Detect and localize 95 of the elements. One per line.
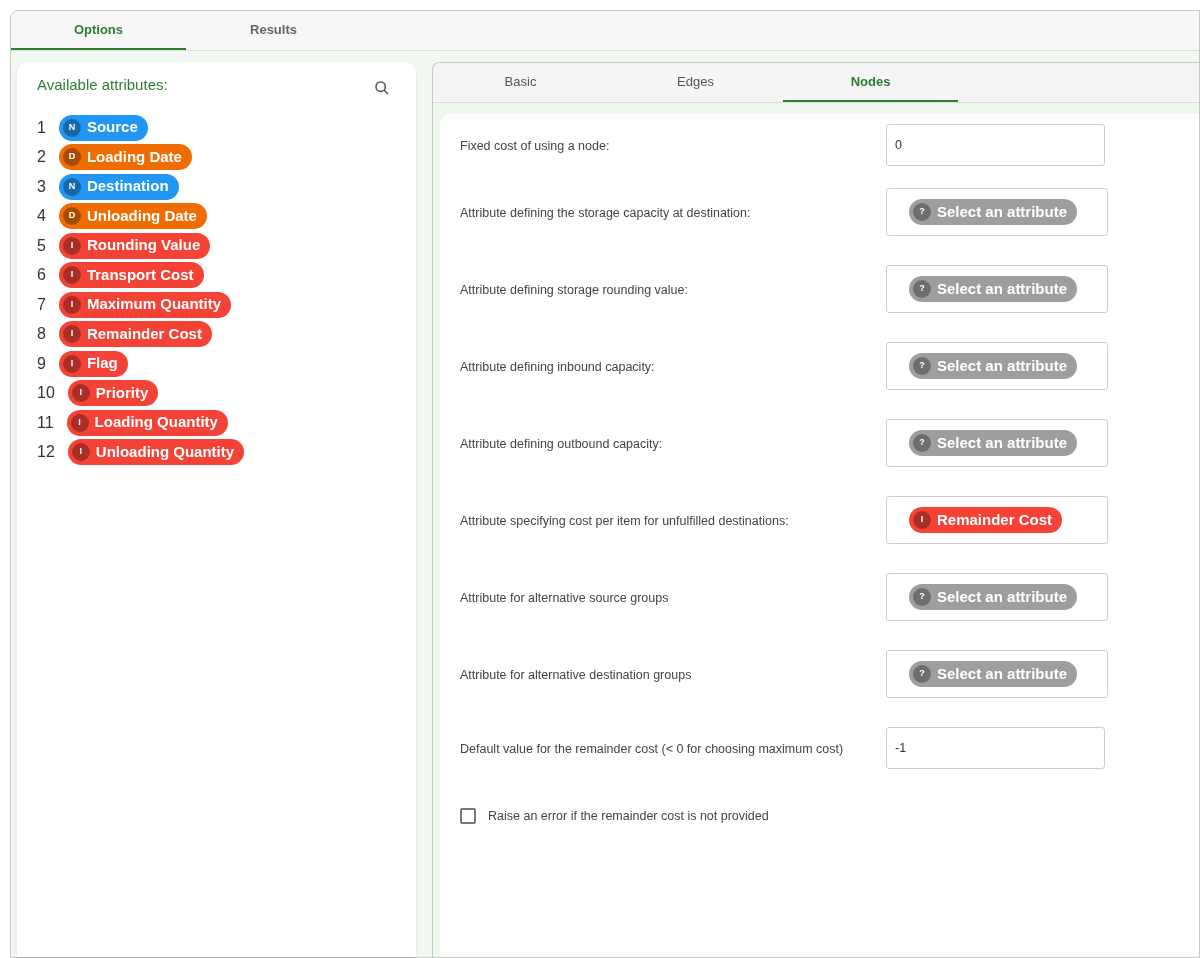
input-field[interactable]: -1 <box>886 727 1105 769</box>
type-badge: I <box>62 354 81 373</box>
row-number: 11 <box>37 412 54 433</box>
attribute-label: Select an attribute <box>937 278 1068 299</box>
type-badge: I <box>62 325 81 343</box>
attribute-chip[interactable]: N Source <box>58 114 148 141</box>
attribute-label: Flag <box>86 353 118 374</box>
attribute-chip[interactable]: I Transport Cost <box>58 262 204 288</box>
attribute-label: Loading Date <box>86 146 182 167</box>
attribute-label: Maximum Quantity <box>86 294 222 315</box>
attribute-select[interactable]: ? Select an attribute <box>886 342 1108 390</box>
attribute-label: Select an attribute <box>937 663 1068 684</box>
attribute-chip[interactable]: ? Select an attribute <box>909 661 1078 687</box>
type-badge: ? <box>913 203 931 221</box>
attribute-label: Remainder Cost <box>86 323 202 344</box>
attribute-label: Destination <box>86 176 169 197</box>
attribute-chip[interactable]: I Rounding Value <box>58 232 211 259</box>
attribute-chip[interactable]: ? Select an attribute <box>909 430 1078 456</box>
row-number: 8 <box>37 324 46 344</box>
setting-label: Fixed cost of using a node: <box>460 137 611 155</box>
attribute-label: Unloading Quantity <box>95 441 235 462</box>
type-badge: ? <box>913 588 931 606</box>
attribute-select[interactable]: ? Select an attribute <box>886 419 1108 467</box>
row-number: 4 <box>37 206 46 226</box>
attribute-chip[interactable]: I Remainder Cost <box>58 321 212 347</box>
attribute-label: Loading Quantity <box>94 412 218 433</box>
attribute-select[interactable]: ? Select an attribute <box>886 573 1108 621</box>
type-badge: D <box>62 207 81 225</box>
row-number: 6 <box>37 265 46 285</box>
attribute-chip[interactable]: D Unloading Date <box>58 203 207 229</box>
type-badge: ? <box>913 434 931 452</box>
type-badge: I <box>70 413 89 432</box>
checkbox[interactable] <box>460 808 476 825</box>
setting-label: Attribute defining the storage capacity at destination: <box>460 204 752 222</box>
type-badge: I <box>62 295 81 314</box>
attribute-chip[interactable]: I Remainder Cost <box>909 507 1063 533</box>
attribute-chip[interactable]: ? Select an attribute <box>909 276 1078 302</box>
attribute-chip[interactable]: N Destination <box>58 173 179 200</box>
panel-title: Available attributes: <box>37 75 168 95</box>
attribute-select[interactable]: ? Select an attribute <box>886 188 1108 236</box>
attribute-label: Remainder Cost <box>937 509 1053 530</box>
settings-tab[interactable]: Edges <box>608 63 783 102</box>
row-number: 2 <box>37 147 46 167</box>
attribute-label: Rounding Value <box>86 235 201 256</box>
input-field[interactable]: 0 <box>886 124 1105 166</box>
type-badge: ? <box>913 357 931 375</box>
attribute-label: Unloading Date <box>86 205 197 226</box>
main-tab[interactable]: Options <box>11 11 186 50</box>
setting-label: Attribute defining storage rounding value: <box>460 281 689 299</box>
search-icon[interactable] <box>374 80 390 97</box>
attribute-chip[interactable]: I Loading Quantity <box>66 409 228 436</box>
row-number: 9 <box>37 353 46 374</box>
row-number: 7 <box>37 294 46 315</box>
attribute-chip[interactable]: I Flag <box>58 350 128 377</box>
attribute-chip[interactable]: ? Select an attribute <box>909 353 1078 379</box>
checkbox-label: Raise an error if the remainder cost is not provided <box>488 808 769 825</box>
attribute-label: Transport Cost <box>86 264 194 285</box>
type-badge: I <box>913 511 931 529</box>
type-badge: ? <box>913 280 931 298</box>
setting-label: Attribute for alternative source groups <box>460 589 670 607</box>
attribute-label: Select an attribute <box>937 432 1068 453</box>
type-badge: N <box>62 118 81 137</box>
attribute-chip[interactable]: I Maximum Quantity <box>58 291 232 318</box>
attribute-chip[interactable]: D Loading Date <box>58 144 192 170</box>
attribute-chip[interactable]: ? Select an attribute <box>909 584 1078 610</box>
attribute-label: Select an attribute <box>937 355 1068 376</box>
setting-label: Attribute specifying cost per item for unfulfilled destinations: <box>460 512 790 530</box>
row-number: 5 <box>37 235 46 256</box>
attribute-select[interactable]: ? Select an attribute <box>886 265 1108 313</box>
type-badge: N <box>62 177 81 196</box>
setting-label: Default value for the remainder cost (< 0 for choosing maximum cost) <box>460 740 845 758</box>
row-number: 12 <box>37 442 55 462</box>
attribute-label: Select an attribute <box>937 586 1068 607</box>
row-number: 3 <box>37 176 46 197</box>
setting-label: Attribute defining inbound capacity: <box>460 358 656 376</box>
main-tab[interactable]: Results <box>186 11 361 50</box>
attribute-chip[interactable]: I Unloading Quantity <box>67 439 245 465</box>
attribute-select[interactable]: ? Select an attribute <box>886 650 1108 698</box>
attribute-label: Select an attribute <box>937 201 1068 222</box>
settings-tab[interactable]: Basic <box>433 63 608 102</box>
attribute-chip[interactable]: I Priority <box>67 380 159 406</box>
attribute-label: Source <box>86 117 138 138</box>
setting-label: Attribute for alternative destination groups <box>460 666 693 684</box>
attribute-chip[interactable]: ? Select an attribute <box>909 199 1078 225</box>
attribute-select[interactable]: I Remainder Cost <box>886 496 1108 544</box>
type-badge: I <box>71 384 90 402</box>
setting-label: Attribute defining outbound capacity: <box>460 435 664 453</box>
type-badge: D <box>62 148 81 166</box>
attribute-label: Priority <box>95 382 149 403</box>
row-number: 1 <box>37 117 46 138</box>
row-number: 10 <box>37 383 55 403</box>
type-badge: I <box>62 266 81 284</box>
type-badge: I <box>62 236 81 255</box>
type-badge: I <box>71 443 90 461</box>
type-badge: ? <box>913 665 931 683</box>
